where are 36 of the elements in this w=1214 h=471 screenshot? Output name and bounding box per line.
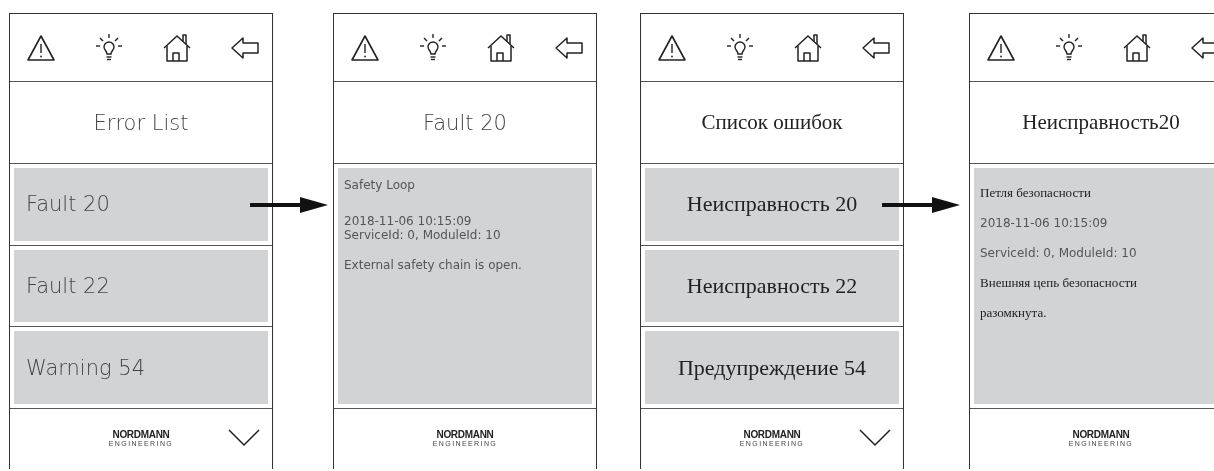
error-list-item[interactable]: Warning 54: [14, 331, 268, 404]
error-list-item[interactable]: Неисправность 22: [645, 249, 899, 323]
fault-meta: 2018-11-06 10:15:09: [980, 215, 1109, 232]
home-icon[interactable]: [1122, 32, 1152, 63]
fault-name: Петля безопасности: [980, 184, 1092, 202]
screen-title: Fault 20: [423, 110, 507, 135]
lightbulb-icon[interactable]: [725, 32, 755, 63]
lightbulb-icon[interactable]: [94, 32, 124, 63]
fault-meta: ServiceId: 0, ModuleId: 10: [344, 228, 502, 242]
home-icon[interactable]: [793, 32, 823, 63]
logo-wordmark: NORDMANN: [1072, 430, 1130, 440]
logo-wordmark: NORDMANN: [436, 430, 494, 440]
chevron-down-icon[interactable]: [228, 429, 260, 447]
fault-name: Safety Loop: [344, 178, 416, 192]
error-list-item[interactable]: Предупреждение 54: [645, 331, 899, 404]
error-list-item[interactable]: Fault 20: [14, 168, 268, 241]
error-list-item[interactable]: Неисправность 20: [645, 168, 899, 241]
lightbulb-icon[interactable]: [1054, 32, 1084, 63]
warning-icon[interactable]: [350, 32, 380, 63]
warning-icon[interactable]: [657, 32, 687, 63]
screen-title: Error List: [93, 110, 189, 135]
warning-icon[interactable]: [986, 32, 1016, 63]
fault-message: Внешняя цепь безопасности разомкнута.: [980, 274, 1139, 322]
screen-title: Неисправность20: [1022, 110, 1180, 135]
fault-meta: 2018-11-06 10:15:09: [344, 214, 473, 228]
home-icon[interactable]: [162, 32, 192, 63]
warning-icon[interactable]: [26, 32, 56, 63]
fault-message: External safety chain is open.: [344, 258, 523, 272]
error-list-item[interactable]: Fault 22: [14, 249, 268, 323]
logo-wordmark: NORDMANN: [743, 430, 801, 440]
fault-meta: ServiceId: 0, ModuleId: 10: [980, 245, 1138, 262]
lightbulb-icon[interactable]: [418, 32, 448, 63]
home-icon[interactable]: [486, 32, 516, 63]
chevron-down-icon[interactable]: [859, 429, 891, 447]
logo-wordmark: NORDMANN: [112, 430, 170, 440]
screen-title: Список ошибок: [701, 110, 843, 135]
